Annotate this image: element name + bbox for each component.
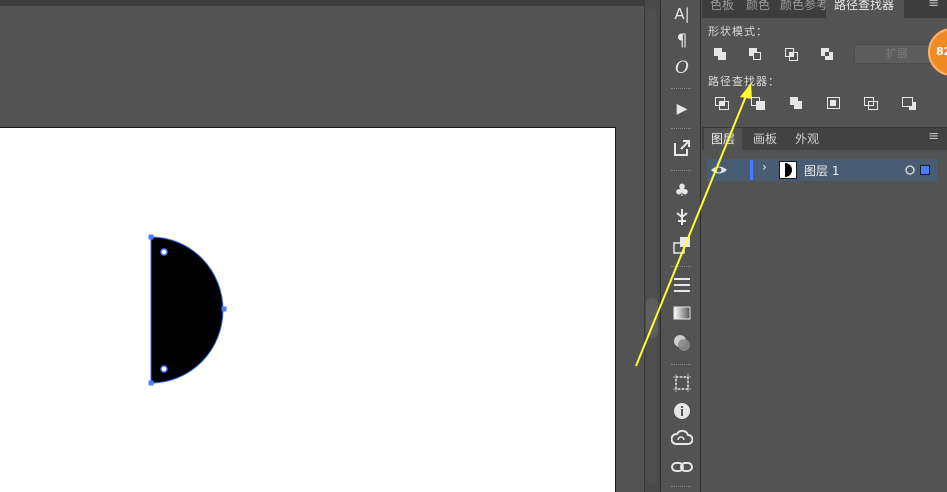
tab-artboards[interactable]: 画板 xyxy=(746,128,784,150)
panel-icon-strip: A| ¶ O ▶ ♣ xyxy=(660,0,701,492)
tab-appearance[interactable]: 外观 xyxy=(788,128,826,150)
vertical-scrollbar[interactable] xyxy=(644,0,660,492)
layers-panel xyxy=(702,150,947,492)
divide-icon xyxy=(715,97,729,110)
layers-panel-tabbar: 图层 画板 外观 ≡ xyxy=(702,128,947,150)
live-corner-widget-bottom[interactable] xyxy=(160,365,168,373)
tab-color-guide[interactable]: 颜色参考 xyxy=(772,0,830,18)
minus-front-button[interactable] xyxy=(745,44,767,64)
unite-button[interactable] xyxy=(710,44,732,64)
selection-square-icon[interactable] xyxy=(919,164,931,176)
actions-panel-icon[interactable]: ▶ xyxy=(669,97,695,121)
trim-icon xyxy=(751,97,765,110)
artboards-panel-icon[interactable] xyxy=(669,373,695,397)
panel-grip[interactable] xyxy=(671,170,691,173)
layer-thumbnail xyxy=(779,161,797,179)
outline-icon xyxy=(864,97,878,110)
minus-back-button[interactable] xyxy=(899,93,921,113)
panel-menu-icon[interactable]: ≡ xyxy=(928,0,939,11)
merge-button[interactable] xyxy=(786,93,808,113)
unite-icon xyxy=(714,48,726,60)
puppet-warp-icon[interactable] xyxy=(669,207,695,231)
live-corner-widget-top[interactable] xyxy=(160,248,168,256)
transparency-panel-icon[interactable] xyxy=(669,333,695,357)
layers-menu-icon[interactable]: ≡ xyxy=(928,129,939,144)
crop-button[interactable] xyxy=(823,93,845,113)
divide-button[interactable] xyxy=(712,93,734,113)
tab-swatches[interactable]: 色板 xyxy=(702,0,742,18)
links-panel-icon[interactable] xyxy=(669,457,695,481)
illustrator-window: A| ¶ O ▶ ♣ 色板 颜色 颜色参考 路径查找器 ≡ 形状模式： 扩展 路… xyxy=(0,0,947,492)
tab-pathfinder[interactable]: 路径查找器 xyxy=(826,0,904,18)
character-panel-icon[interactable]: A| xyxy=(669,2,695,26)
layer-color-bar xyxy=(750,160,753,180)
intersect-icon xyxy=(785,48,798,61)
pathfinder-panel-tabbar: 色板 颜色 颜色参考 路径查找器 ≡ xyxy=(702,0,947,18)
panel-grip[interactable] xyxy=(671,364,691,367)
pathfinders-label: 路径查找器： xyxy=(708,75,780,88)
trim-button[interactable] xyxy=(748,93,770,113)
artwork-layer xyxy=(148,234,227,386)
shape-modes-label: 形状模式： xyxy=(708,25,768,38)
anchor-point-bottom[interactable] xyxy=(148,380,154,386)
exclude-button[interactable] xyxy=(817,44,839,64)
stroke-panel-icon[interactable] xyxy=(669,276,695,300)
opentype-panel-icon[interactable]: O xyxy=(669,56,695,80)
anchor-point-right[interactable] xyxy=(221,306,227,312)
crop-icon xyxy=(827,97,840,109)
outline-button[interactable] xyxy=(861,93,883,113)
symbols-panel-icon[interactable]: ♣ xyxy=(669,179,695,203)
scroll-track[interactable] xyxy=(647,8,657,484)
merge-icon xyxy=(790,97,802,109)
paragraph-panel-icon[interactable]: ¶ xyxy=(669,29,695,53)
pathfinder-panel: 色板 颜色 颜色参考 路径查找器 ≡ 形状模式： 扩展 路径查找器： xyxy=(702,0,947,127)
layer-row[interactable]: › 图层 1 xyxy=(707,159,937,181)
panel-grip[interactable] xyxy=(671,486,691,489)
minus-back-icon xyxy=(902,97,916,110)
panel-grip[interactable] xyxy=(671,88,691,91)
info-panel-icon[interactable] xyxy=(669,401,695,425)
chevron-right-icon[interactable]: › xyxy=(762,160,767,174)
exclude-icon xyxy=(821,48,833,60)
target-circle-icon[interactable] xyxy=(905,165,915,175)
tab-layers[interactable]: 图层 xyxy=(704,128,743,150)
transform-panel-icon[interactable] xyxy=(669,235,695,259)
visibility-eye-icon[interactable] xyxy=(710,163,728,177)
anchor-point-top[interactable] xyxy=(148,234,154,240)
tab-color[interactable]: 颜色 xyxy=(738,0,776,18)
intersect-button[interactable] xyxy=(781,44,803,64)
gradient-panel-icon[interactable] xyxy=(669,304,695,328)
creative-cloud-libraries-icon[interactable] xyxy=(669,429,695,453)
half-circle-shape[interactable] xyxy=(150,236,224,384)
minus-front-icon xyxy=(749,48,761,60)
scroll-thumb[interactable] xyxy=(646,298,658,338)
panel-grip[interactable] xyxy=(671,266,691,269)
panel-grip[interactable] xyxy=(671,128,691,131)
layer-name[interactable]: 图层 1 xyxy=(804,162,839,179)
export-panel-icon[interactable] xyxy=(669,138,695,162)
